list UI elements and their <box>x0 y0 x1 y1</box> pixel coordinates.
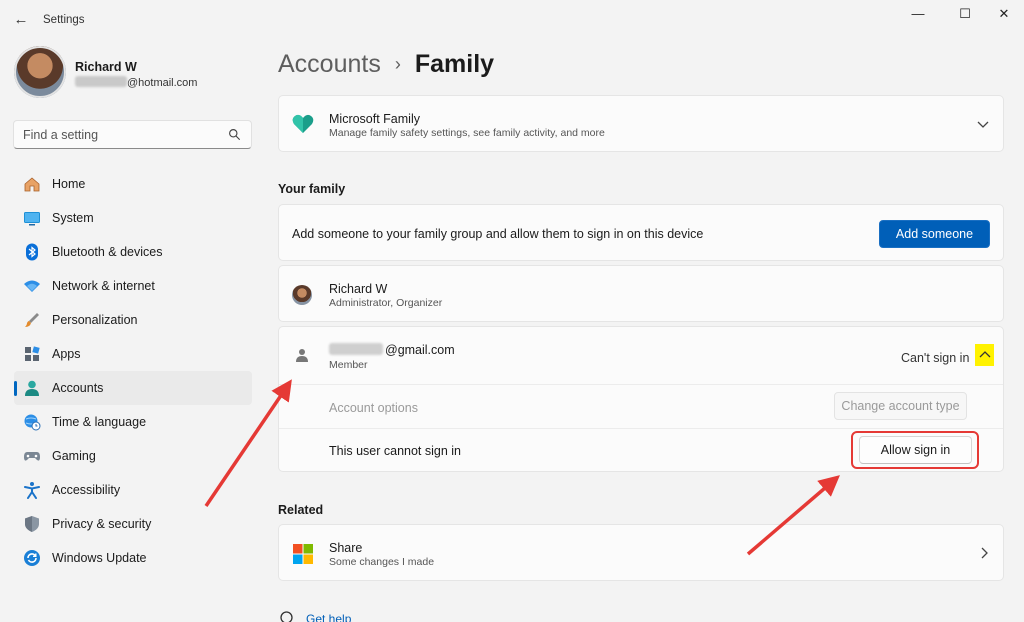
sidebar-item-bluetooth[interactable]: Bluetooth & devices <box>14 235 252 269</box>
divider <box>279 384 1003 385</box>
chevron-right-icon[interactable] <box>979 547 989 559</box>
home-icon <box>24 177 40 192</box>
help-icon <box>280 611 293 622</box>
sign-in-status: Can't sign in <box>901 351 970 365</box>
person-icon <box>25 380 39 396</box>
sidebar-item-network[interactable]: Network & internet <box>14 269 252 303</box>
sidebar-item-label: Windows Update <box>52 551 147 565</box>
sidebar-item-label: Gaming <box>52 449 96 463</box>
your-family-heading: Your family <box>278 182 346 196</box>
chevron-down-icon[interactable] <box>977 119 989 129</box>
divider <box>279 428 1003 429</box>
search-icon <box>229 129 240 140</box>
brush-icon <box>25 313 39 327</box>
member-name: Richard W <box>329 282 388 296</box>
sidebar-item-label: Home <box>52 177 86 191</box>
microsoft-logo-icon <box>293 544 313 564</box>
sidebar-item-accounts[interactable]: Accounts <box>14 371 252 405</box>
breadcrumb: Accounts › Family <box>278 50 494 79</box>
back-arrow-icon[interactable]: ← <box>12 11 30 29</box>
user-name: Richard W <box>75 60 137 74</box>
sidebar-item-label: Accounts <box>52 381 104 395</box>
user-email: @hotmail.com <box>75 76 197 89</box>
redacted-blur <box>75 76 127 87</box>
sidebar-item-apps[interactable]: Apps <box>14 337 252 371</box>
chevron-up-icon[interactable] <box>979 350 991 360</box>
apps-icon <box>25 346 40 361</box>
user-email-domain: @hotmail.com <box>127 77 198 89</box>
account-options-label: Account options <box>329 401 418 415</box>
breadcrumb-separator: › <box>394 54 401 74</box>
add-someone-button[interactable]: Add someone <box>879 220 990 248</box>
microsoft-family-card[interactable]: Microsoft Family Manage family safety se… <box>278 95 1004 152</box>
sidebar-item-label: System <box>52 211 94 225</box>
member-role: Member <box>329 359 368 371</box>
bluetooth-icon <box>26 243 38 261</box>
member-email: @gmail.com <box>385 343 455 357</box>
maximize-button[interactable]: ☐ <box>945 4 985 24</box>
sidebar-item-time-language[interactable]: Time & language <box>14 405 252 439</box>
sidebar-item-label: Apps <box>52 347 81 361</box>
related-heading: Related <box>278 503 324 517</box>
shield-icon <box>25 516 39 532</box>
system-icon <box>24 212 40 226</box>
family-member-card[interactable]: Richard W Administrator, Organizer <box>278 265 1004 322</box>
add-someone-card: Add someone to your family group and all… <box>278 204 1004 261</box>
sidebar-item-windows-update[interactable]: Windows Update <box>14 541 252 575</box>
sidebar-item-label: Personalization <box>52 313 138 327</box>
sidebar-item-label: Bluetooth & devices <box>52 245 163 259</box>
change-account-type-button[interactable]: Change account type <box>834 392 967 420</box>
avatar[interactable] <box>14 46 66 98</box>
close-button[interactable]: ✕ <box>984 4 1024 24</box>
sidebar-item-gaming[interactable]: Gaming <box>14 439 252 473</box>
add-someone-text: Add someone to your family group and all… <box>292 227 704 241</box>
sidebar-item-privacy-security[interactable]: Privacy & security <box>14 507 252 541</box>
sidebar-item-accessibility[interactable]: Accessibility <box>14 473 252 507</box>
get-help-link[interactable]: Get help <box>306 612 351 622</box>
page-title: Family <box>414 50 495 78</box>
sidebar-item-label: Time & language <box>52 415 147 429</box>
sidebar-item-personalization[interactable]: Personalization <box>14 303 252 337</box>
member-role: Administrator, Organizer <box>329 297 443 309</box>
update-icon <box>24 550 40 566</box>
accessibility-icon <box>24 482 40 499</box>
sidebar-item-label: Network & internet <box>52 279 155 293</box>
microsoft-family-title: Microsoft Family <box>329 112 420 126</box>
microsoft-family-heart-icon <box>292 114 314 133</box>
redacted-blur <box>329 343 383 355</box>
microsoft-family-subtitle: Manage family safety settings, see famil… <box>329 127 605 139</box>
minimize-button[interactable]: — <box>898 4 938 24</box>
sidebar-item-system[interactable]: System <box>14 201 252 235</box>
wifi-icon <box>24 280 40 292</box>
sidebar-nav: Home System Bluetooth & devices Network … <box>14 167 252 575</box>
share-title: Share <box>329 541 363 555</box>
share-card[interactable]: Share Some changes I made <box>278 524 1004 581</box>
share-subtitle: Some changes I made <box>329 556 435 568</box>
cannot-sign-in-text: This user cannot sign in <box>329 444 462 458</box>
app-title: Settings <box>43 14 85 26</box>
person-placeholder-icon <box>296 349 308 362</box>
globe-clock-icon <box>24 414 41 431</box>
search-box[interactable] <box>13 120 252 149</box>
sidebar-item-label: Accessibility <box>52 483 121 497</box>
gamepad-icon <box>24 452 40 461</box>
sidebar-item-home[interactable]: Home <box>14 167 252 201</box>
title-bar: ← Settings — ☐ ✕ <box>0 0 1024 40</box>
annotation-highlight-box <box>851 431 979 469</box>
member-avatar <box>292 285 312 305</box>
breadcrumb-accounts[interactable]: Accounts <box>278 50 381 79</box>
sidebar-item-label: Privacy & security <box>52 517 152 531</box>
search-input[interactable] <box>23 126 223 144</box>
